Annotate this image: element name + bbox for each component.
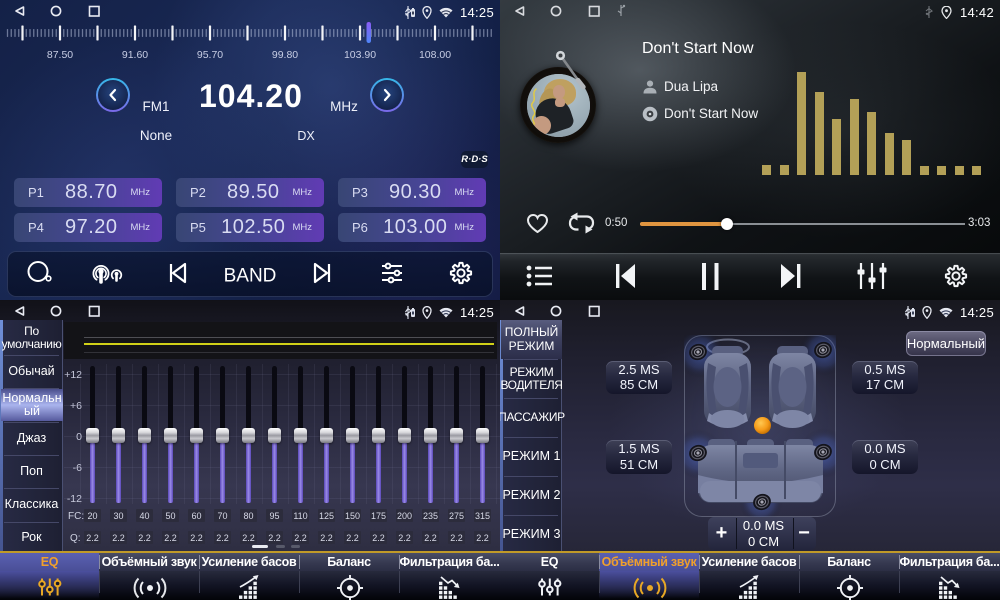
svg-text:BAND: BAND <box>224 266 277 287</box>
